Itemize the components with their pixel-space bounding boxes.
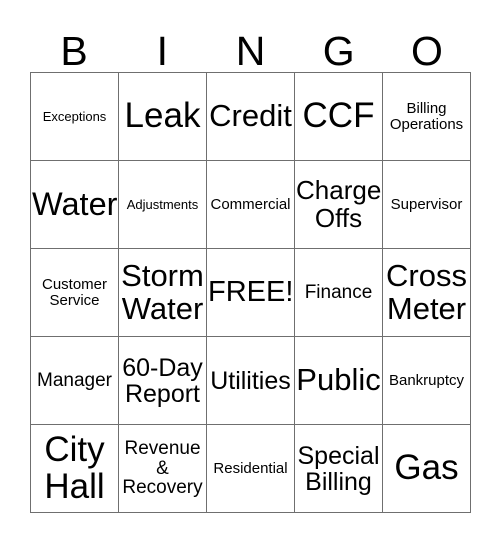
bingo-cell-label: Special Billing [297,441,380,496]
bingo-cell-label: Public [296,362,381,398]
bingo-cell-label: Adjustments [126,196,199,212]
bingo-cell[interactable]: Storm Water [119,249,207,337]
bingo-cell[interactable]: Revenue & Recovery [119,425,207,513]
header-letter-i: I [156,28,168,74]
bingo-cell[interactable]: Billing Operations [383,73,471,161]
bingo-cell-label: Supervisor [390,195,463,213]
bingo-cell-label: Revenue & Recovery [122,437,203,499]
bingo-card: B I N G O Exceptions Leak Credit CCF Bil… [0,0,500,544]
bingo-cell[interactable]: Water [31,161,119,249]
bingo-cell[interactable]: Cross Meter [383,249,471,337]
bingo-cell-label: Water [32,185,118,222]
bingo-cell-label: Manager [37,369,112,391]
header-letter-o: O [410,28,443,74]
bingo-cell[interactable]: Commercial [207,161,295,249]
bingo-cell-label: FREE! [208,276,294,309]
bingo-cell-label: Customer Service [41,275,108,309]
bingo-cell-label: Billing Operations [389,99,464,133]
bingo-cell[interactable]: Adjustments [119,161,207,249]
bingo-cell-label: Bankruptcy [388,371,465,389]
bingo-cell[interactable]: City Hall [31,425,119,513]
bingo-cell[interactable]: Finance [295,249,383,337]
bingo-cell-label: CCF [302,96,375,136]
header-letter-g: G [322,28,355,74]
bingo-cell[interactable]: Leak [119,73,207,161]
bingo-grid: Exceptions Leak Credit CCF Billing Opera… [30,72,471,513]
bingo-cell[interactable]: Charge Offs [295,161,383,249]
bingo-cell-label: City Hall [44,430,105,506]
bingo-cell[interactable]: 60-Day Report [119,337,207,425]
bingo-cell-label: Cross Meter [386,258,467,326]
bingo-cell-label: Credit [209,98,292,134]
bingo-cell-label: Utilities [210,366,291,395]
bingo-cell-label: Exceptions [42,108,107,124]
bingo-free-cell[interactable]: FREE! [207,249,295,337]
header-letter-n: N [235,28,266,74]
bingo-cell[interactable]: Residential [207,425,295,513]
bingo-cell[interactable]: Public [295,337,383,425]
bingo-cell-label: Charge Offs [296,175,382,233]
bingo-cell-label: Finance [304,281,373,303]
bingo-cell[interactable]: Special Billing [295,425,383,513]
bingo-cell[interactable]: CCF [295,73,383,161]
bingo-cell-label: Commercial [210,195,291,213]
header-letter-b: B [60,28,88,74]
bingo-cell[interactable]: Credit [207,73,295,161]
bingo-cell-label: Storm Water [121,258,204,326]
bingo-cell-label: Leak [124,96,201,136]
bingo-cell[interactable]: Supervisor [383,161,471,249]
bingo-cell[interactable]: Gas [383,425,471,513]
bingo-cell-label: Gas [394,448,459,488]
bingo-cell[interactable]: Exceptions [31,73,119,161]
bingo-cell[interactable]: Bankruptcy [383,337,471,425]
bingo-cell[interactable]: Utilities [207,337,295,425]
bingo-cell-label: 60-Day Report [122,353,203,408]
bingo-cell[interactable]: Customer Service [31,249,119,337]
bingo-cell[interactable]: Manager [31,337,119,425]
bingo-cell-label: Residential [213,459,288,477]
bingo-header: B I N G O [30,22,471,72]
